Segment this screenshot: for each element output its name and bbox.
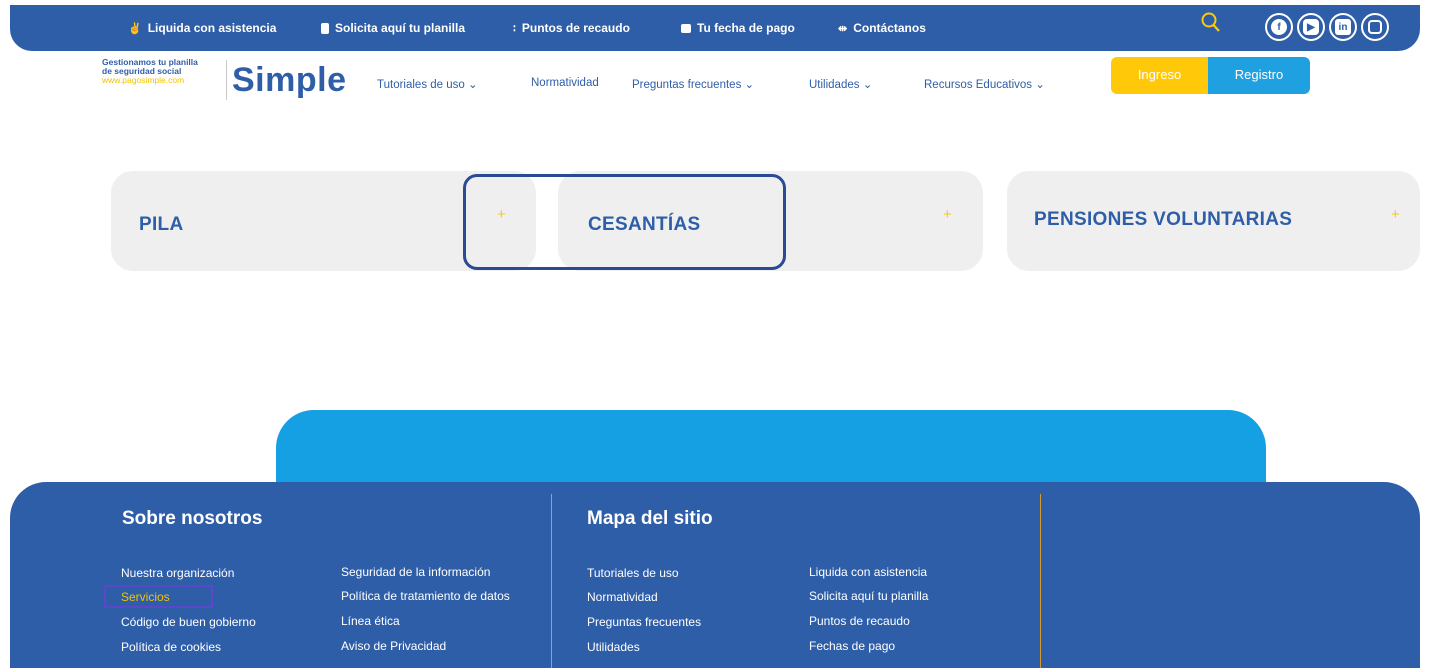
- footer-divider: [551, 494, 552, 668]
- topbar-link-contactanos[interactable]: ⇹ Contáctanos: [838, 21, 926, 35]
- footer-divider: [1040, 494, 1041, 668]
- footer-link-normatividad[interactable]: Normatividad: [587, 590, 658, 604]
- ingreso-button[interactable]: Ingreso: [1111, 57, 1208, 94]
- logo-divider: [226, 60, 227, 100]
- topbar-link-label: Liquida con asistencia: [147, 21, 277, 35]
- footer-link-privacidad[interactable]: Aviso de Privacidad: [341, 639, 446, 653]
- topbar-link-planilla[interactable]: Solicita aquí tu planilla: [321, 21, 465, 35]
- accordion-pensiones[interactable]: PENSIONES VOLUNTARIAS +: [1007, 171, 1420, 271]
- accordion-label: CESANTÍAS: [588, 214, 701, 235]
- search-icon[interactable]: [1200, 11, 1222, 35]
- hand-icon: ✌: [128, 22, 142, 35]
- footer-about-title: Sobre nosotros: [122, 508, 263, 529]
- footer-link-liquida[interactable]: Liquida con asistencia: [809, 565, 927, 579]
- footer-link-cookies[interactable]: Política de cookies: [121, 640, 221, 654]
- footer-link-seguridad[interactable]: Seguridad de la información: [341, 565, 490, 579]
- nav-normatividad[interactable]: Normatividad: [531, 77, 599, 89]
- facebook-icon[interactable]: f: [1265, 13, 1293, 41]
- nav-tutoriales[interactable]: Tutoriales de uso ⌄: [377, 77, 478, 91]
- logo-tagline[interactable]: Gestionamos tu planilla de seguridad soc…: [102, 58, 224, 85]
- plus-icon[interactable]: +: [943, 206, 952, 223]
- accordion-pila[interactable]: PILA +: [111, 171, 536, 271]
- logo-wordmark[interactable]: Simple: [232, 62, 346, 98]
- instagram-icon[interactable]: [1361, 13, 1389, 41]
- topbar-link-label: Solicita aquí tu planilla: [335, 21, 466, 35]
- accordion-label: PENSIONES VOLUNTARIAS: [1034, 209, 1293, 230]
- footer-link-utilidades[interactable]: Utilidades: [587, 640, 640, 654]
- nav-recursos[interactable]: Recursos Educativos ⌄: [924, 77, 1045, 91]
- footer-link-tutoriales[interactable]: Tutoriales de uso: [587, 566, 679, 580]
- topbar-link-label: Puntos de recaudo: [521, 21, 630, 35]
- accordion-cesantias[interactable]: CESANTÍAS +: [558, 171, 983, 271]
- logo-url: www.pagosimple.com: [102, 75, 185, 85]
- topbar-link-label: Tu fecha de pago: [697, 21, 795, 35]
- arrows-icon: ⇹: [838, 22, 848, 35]
- nav-preguntas[interactable]: Preguntas frecuentes ⌄: [632, 77, 754, 91]
- plus-icon[interactable]: +: [1391, 206, 1400, 223]
- top-bar: ✌ Liquida con asistencia Solicita aquí t…: [10, 5, 1420, 51]
- document-icon: [321, 22, 329, 34]
- footer-map-title: Mapa del sitio: [587, 508, 713, 529]
- nav-utilidades[interactable]: Utilidades ⌄: [809, 77, 872, 91]
- topbar-link-liquida[interactable]: ✌ Liquida con asistencia: [128, 21, 276, 35]
- footer-link-fechas-pago[interactable]: Fechas de pago: [809, 639, 895, 653]
- servicios-highlight: [104, 585, 213, 608]
- calendar-icon: [681, 23, 691, 33]
- footer-link-organizacion[interactable]: Nuestra organización: [121, 566, 234, 580]
- footer-link-solicita[interactable]: Solicita aquí tu planilla: [809, 589, 928, 603]
- linkedin-icon[interactable]: in: [1329, 13, 1357, 41]
- plus-icon[interactable]: +: [497, 206, 506, 223]
- footer-link-recaudo[interactable]: Puntos de recaudo: [809, 614, 910, 628]
- registro-button[interactable]: Registro: [1208, 57, 1310, 94]
- share-icon: ∶: [513, 22, 516, 35]
- youtube-icon[interactable]: ▶: [1297, 13, 1325, 41]
- accordion-label: PILA: [139, 214, 184, 235]
- footer-link-buen-gobierno[interactable]: Código de buen gobierno: [121, 615, 256, 629]
- footer-link-tratamiento-datos[interactable]: Política de tratamiento de datos: [341, 589, 510, 603]
- footer-link-linea-etica[interactable]: Línea ética: [341, 614, 400, 628]
- footer-link-preguntas[interactable]: Preguntas frecuentes: [587, 615, 701, 629]
- topbar-link-recaudo[interactable]: ∶ Puntos de recaudo: [513, 21, 630, 35]
- topbar-link-fecha[interactable]: Tu fecha de pago: [681, 21, 795, 35]
- topbar-link-label: Contáctanos: [853, 21, 926, 35]
